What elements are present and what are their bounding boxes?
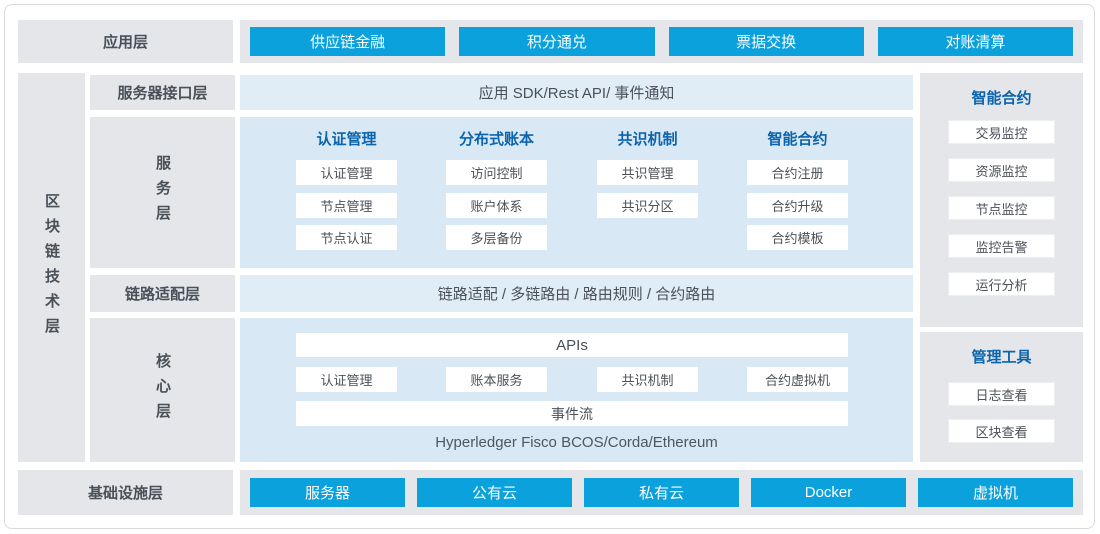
blockchain-tech-layer-label: 区块链技术层 xyxy=(18,73,85,462)
side-item: 交易监控 xyxy=(948,120,1055,144)
core-layer-panel: APIs 认证管理 账本服务 共识机制 合约虚拟机 事件流 Hyperledge… xyxy=(240,318,913,462)
link-adapter-layer-label: 链路适配层 xyxy=(90,275,235,312)
service-item: 合约注册 xyxy=(747,160,848,185)
service-item: 访问控制 xyxy=(446,160,547,185)
service-item: 认证管理 xyxy=(296,160,397,185)
service-item: 节点认证 xyxy=(296,225,397,250)
app-button-reconciliation[interactable]: 对账清算 xyxy=(878,27,1073,56)
event-stream-bar: 事件流 xyxy=(296,401,848,426)
side-item: 节点监控 xyxy=(948,196,1055,220)
infra-layer-strip: 服务器 公有云 私有云 Docker 虚拟机 xyxy=(240,470,1083,515)
side-item: 运行分析 xyxy=(948,272,1055,296)
platforms-text: Hyperledger Fisco BCOS/Corda/Ethereum xyxy=(240,431,913,453)
service-item: 账户体系 xyxy=(446,193,547,218)
service-col-auth-title: 认证管理 xyxy=(296,127,397,149)
core-layer-label: 核心层 xyxy=(90,318,235,462)
service-col-ledger-title: 分布式账本 xyxy=(446,127,547,149)
side-item: 监控告警 xyxy=(948,234,1055,258)
side-panel-management-tools: 管理工具 日志查看 区块查看 xyxy=(920,332,1083,462)
side-item: 资源监控 xyxy=(948,158,1055,182)
infra-button-vm[interactable]: 虚拟机 xyxy=(918,478,1073,507)
interface-layer-label: 服务器接口层 xyxy=(90,75,235,110)
service-item: 共识管理 xyxy=(597,160,698,185)
infra-button-private-cloud[interactable]: 私有云 xyxy=(584,478,739,507)
service-item: 节点管理 xyxy=(296,193,397,218)
side-item: 区块查看 xyxy=(948,419,1055,443)
infra-button-docker[interactable]: Docker xyxy=(751,478,906,507)
service-layer-label: 服务层 xyxy=(90,117,235,268)
app-button-supply-chain-finance[interactable]: 供应链金融 xyxy=(250,27,445,56)
infra-layer-label: 基础设施层 xyxy=(18,470,233,515)
app-button-points-exchange[interactable]: 积分通兑 xyxy=(459,27,654,56)
service-item: 合约模板 xyxy=(747,225,848,250)
app-button-bill-exchange[interactable]: 票据交换 xyxy=(669,27,864,56)
service-item: 多层备份 xyxy=(446,225,547,250)
core-item: 账本服务 xyxy=(446,367,547,392)
side-panel-management-tools-title: 管理工具 xyxy=(920,344,1083,368)
service-col-contract-title: 智能合约 xyxy=(747,127,848,149)
core-item: 合约虚拟机 xyxy=(747,367,848,392)
infra-button-public-cloud[interactable]: 公有云 xyxy=(417,478,572,507)
app-layer-label: 应用层 xyxy=(18,20,233,63)
core-item: 认证管理 xyxy=(296,367,397,392)
service-col-consensus-title: 共识机制 xyxy=(597,127,698,149)
sdk-api-bar: 应用 SDK/Rest API/ 事件通知 xyxy=(240,75,913,110)
service-item: 共识分区 xyxy=(597,193,698,218)
side-panel-smart-contract-title: 智能合约 xyxy=(920,85,1083,109)
link-adapter-bar: 链路适配 / 多链路由 / 路由规则 / 合约路由 xyxy=(240,275,913,312)
app-layer-strip: 供应链金融 积分通兑 票据交换 对账清算 xyxy=(240,20,1083,63)
service-item: 合约升级 xyxy=(747,193,848,218)
core-item: 共识机制 xyxy=(597,367,698,392)
side-item: 日志查看 xyxy=(948,382,1055,406)
infra-button-server[interactable]: 服务器 xyxy=(250,478,405,507)
apis-bar: APIs xyxy=(296,333,848,357)
side-panel-smart-contract: 智能合约 交易监控 资源监控 节点监控 监控告警 运行分析 xyxy=(920,73,1083,327)
service-layer-panel: 认证管理 认证管理 节点管理 节点认证 分布式账本 访问控制 账户体系 多层备份… xyxy=(240,117,913,268)
